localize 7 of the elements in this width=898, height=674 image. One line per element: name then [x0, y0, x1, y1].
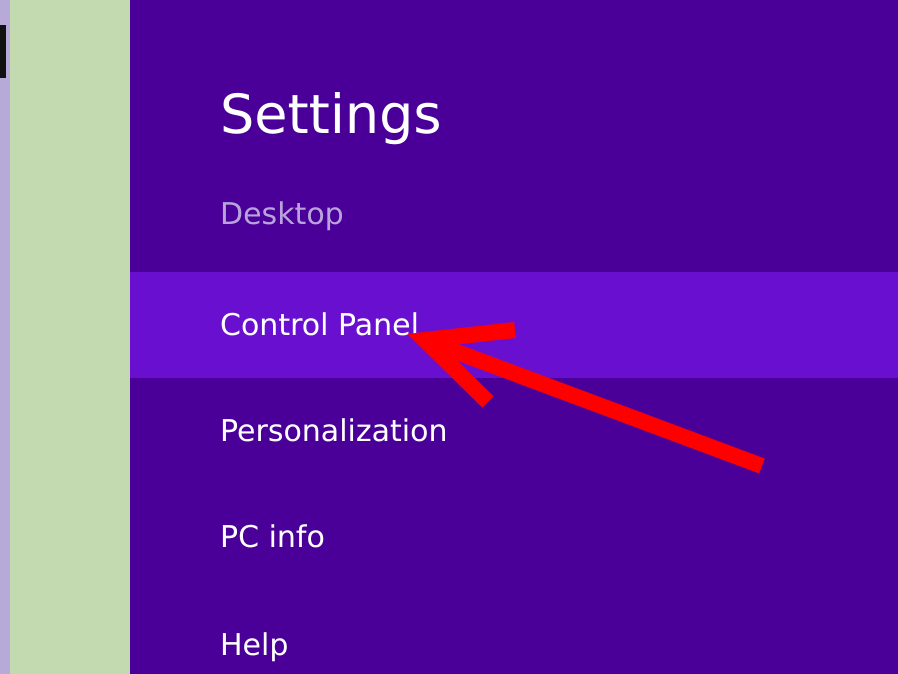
section-label: Desktop [219, 196, 345, 234]
panel-title: Settings [219, 82, 442, 148]
settings-item[interactable]: Help [130, 590, 898, 674]
window-edge [0, 25, 6, 78]
settings-item[interactable]: PC info [130, 484, 898, 590]
settings-item[interactable]: Personalization [130, 378, 898, 484]
settings-item[interactable]: Control Panel [130, 272, 898, 378]
